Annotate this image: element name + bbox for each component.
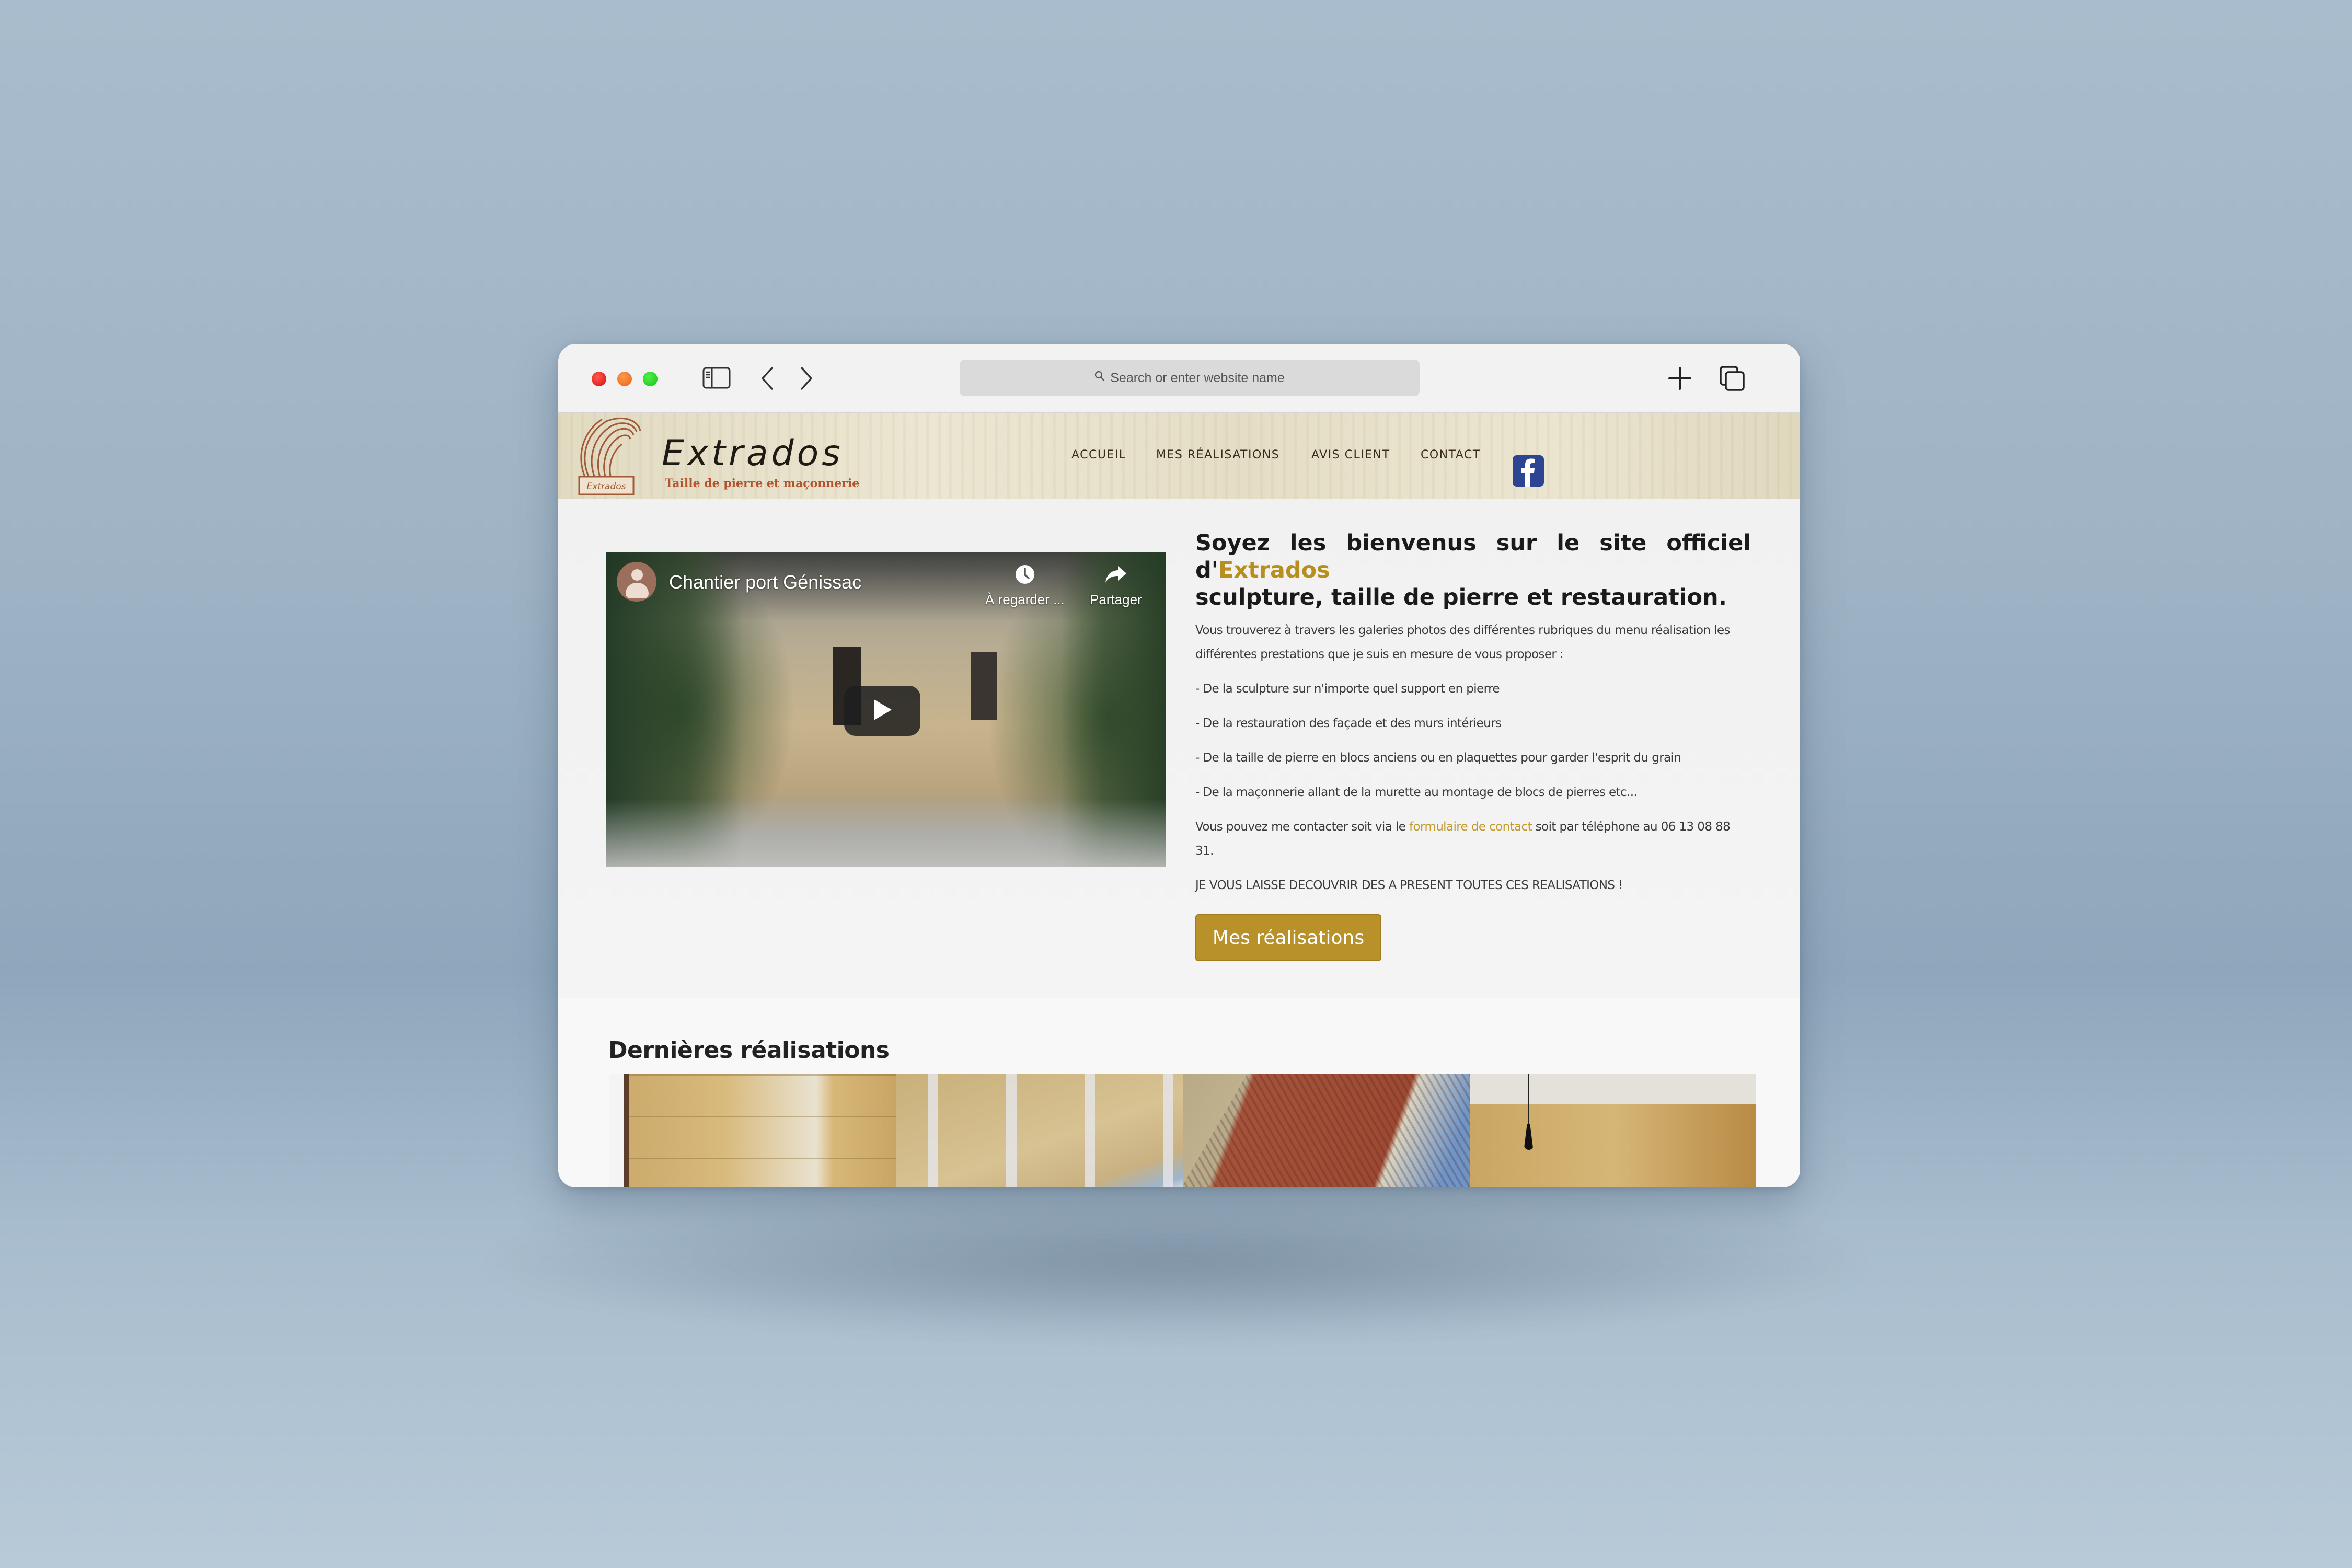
mes-realisations-button[interactable]: Mes réalisations	[1195, 914, 1381, 961]
gallery-item-facade[interactable]	[896, 1074, 1183, 1187]
gallery-item-roof[interactable]	[1183, 1074, 1470, 1187]
contact-prefix: Vous pouvez me contacter soit via le	[1195, 820, 1409, 834]
gallery-grid	[609, 1074, 1756, 1187]
service-item: - De la maçonnerie allant de la murette …	[1195, 786, 1638, 799]
service-item: - De la taille de pierre en blocs ancien…	[1195, 751, 1681, 765]
minimize-window-button[interactable]	[617, 372, 632, 386]
contact-paragraph: Vous pouvez me contacter soit via le for…	[1195, 815, 1751, 863]
close-window-button[interactable]	[592, 372, 606, 386]
watch-later-button[interactable]: À regarder ...	[985, 564, 1065, 608]
gallery-heading: Dernières réalisations	[608, 1037, 890, 1064]
maximize-window-button[interactable]	[643, 372, 658, 386]
browser-window: Search or enter website name Extrados Ex…	[558, 344, 1800, 1187]
search-icon	[1094, 371, 1105, 386]
service-item: - De la restauration des façade et des m…	[1195, 717, 1502, 730]
site-header: Extrados Extrados Taille de pierre et ma…	[558, 413, 1800, 499]
service-item: - De la sculpture sur n'importe quel sup…	[1195, 682, 1500, 696]
backdrop-shadow	[470, 1197, 1882, 1333]
play-button[interactable]	[844, 686, 920, 736]
share-button[interactable]: Partager	[1090, 564, 1142, 608]
sidebar-icon[interactable]	[702, 367, 731, 389]
chevron-left-icon[interactable]	[757, 365, 778, 392]
welcome-heading-brand: Extrados	[1218, 557, 1330, 583]
page-content: Chantier port Génissac À regarder ... Pa…	[558, 499, 1800, 1187]
gallery-item-interior[interactable]	[1469, 1074, 1756, 1187]
watch-later-label: À regarder ...	[985, 592, 1065, 607]
address-placeholder: Search or enter website name	[1110, 370, 1285, 385]
address-bar[interactable]: Search or enter website name	[960, 360, 1420, 396]
intro-paragraph: Vous trouverez à travers les galeries ph…	[1195, 624, 1731, 661]
nav-item-contact[interactable]: CONTACT	[1421, 448, 1481, 462]
tab-overview-icon[interactable]	[1717, 364, 1747, 393]
clock-icon	[1014, 564, 1035, 589]
gallery-item-stone-wall[interactable]	[609, 1074, 896, 1187]
share-arrow-icon	[1104, 564, 1127, 589]
logo-tagline: Taille de pierre et maçonnerie	[665, 477, 860, 490]
browser-toolbar: Search or enter website name	[558, 344, 1800, 413]
video-player[interactable]: Chantier port Génissac À regarder ... Pa…	[606, 552, 1166, 867]
welcome-heading-suffix: sculpture, taille de pierre et restaurat…	[1195, 584, 1727, 610]
nav-item-accueil[interactable]: ACCUEIL	[1071, 448, 1126, 462]
contact-form-link[interactable]: formulaire de contact	[1409, 820, 1532, 834]
video-title[interactable]: Chantier port Génissac	[669, 571, 861, 593]
play-icon	[872, 698, 893, 723]
channel-avatar[interactable]	[617, 562, 656, 602]
plus-icon[interactable]	[1665, 364, 1694, 393]
discover-text: JE VOUS LAISSE DECOUVRIR DES A PRESENT T…	[1195, 879, 1623, 892]
logo-emblem-text: Extrados	[587, 481, 626, 492]
hero-section: Chantier port Génissac À regarder ... Pa…	[558, 499, 1800, 998]
welcome-heading: Soyez les bienvenus sur le site officiel…	[1195, 529, 1751, 611]
nav-item-avis-client[interactable]: AVIS CLIENT	[1311, 448, 1390, 462]
main-nav: ACCUEIL MES RÉALISATIONS AVIS CLIENT CON…	[558, 441, 1800, 487]
pendant-lamp	[1528, 1074, 1529, 1126]
share-label: Partager	[1090, 592, 1142, 607]
facebook-icon[interactable]	[1513, 455, 1544, 487]
chevron-right-icon[interactable]	[796, 365, 817, 392]
gallery-section: Dernières réalisations	[558, 998, 1800, 1187]
nav-item-mes-realisations[interactable]: MES RÉALISATIONS	[1156, 448, 1279, 462]
welcome-text: Soyez les bienvenus sur le site officiel…	[1195, 529, 1751, 897]
